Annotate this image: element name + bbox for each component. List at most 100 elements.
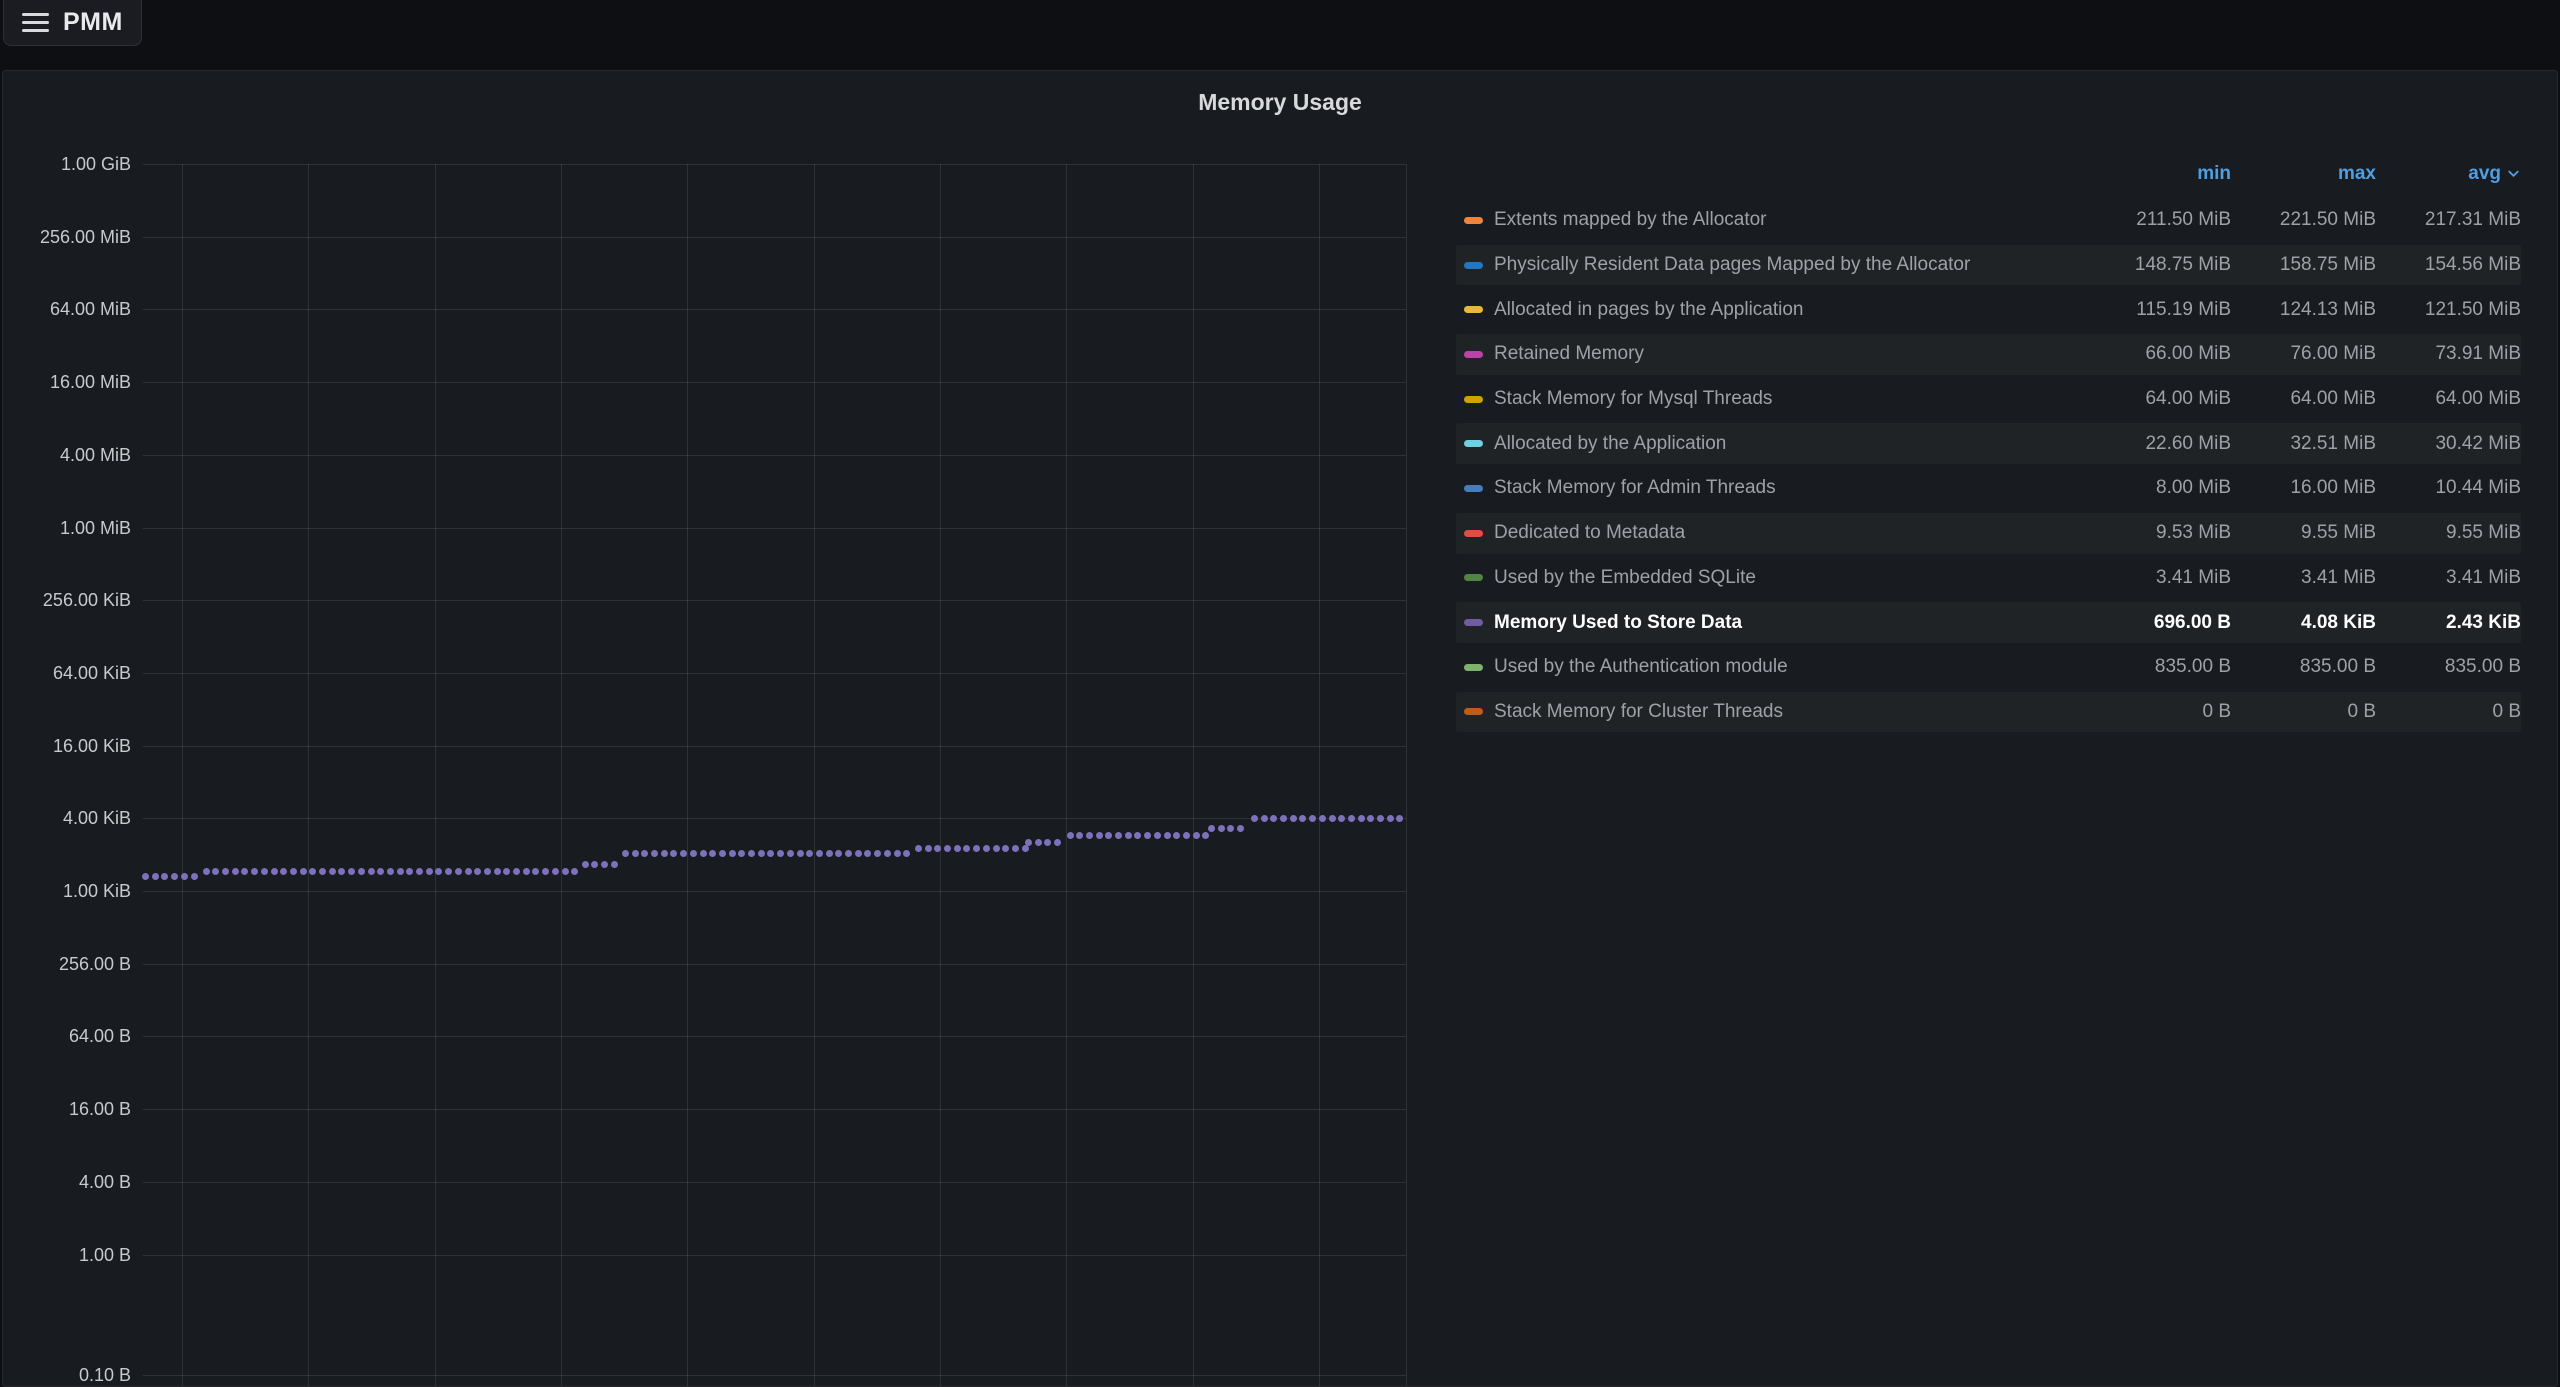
series-color-swatch[interactable]	[1464, 306, 1483, 313]
vertical-gridline	[1066, 164, 1067, 1387]
series-name[interactable]: Dedicated to Metadata	[1494, 522, 2086, 544]
series-point	[181, 873, 188, 880]
series-point	[377, 868, 384, 875]
series-name[interactable]: Used by the Authentication module	[1494, 656, 2086, 678]
chevron-down-icon	[2506, 166, 2521, 181]
y-axis-tick-label: 64.00 MiB	[3, 298, 131, 320]
series-point	[368, 868, 375, 875]
series-point	[719, 850, 726, 857]
series-point	[601, 861, 608, 868]
pmm-menu-button[interactable]: PMM	[3, 0, 142, 46]
series-point	[1022, 845, 1029, 852]
series-point	[787, 850, 794, 857]
series-color-swatch[interactable]	[1464, 574, 1483, 581]
legend-row[interactable]: Allocated in pages by the Application 11…	[1456, 289, 2521, 330]
series-point	[797, 850, 804, 857]
plot-area[interactable]	[143, 164, 1406, 1387]
panel-title[interactable]: Memory Usage	[3, 89, 2557, 119]
hamburger-icon[interactable]	[22, 13, 49, 32]
series-color-swatch[interactable]	[1464, 619, 1483, 626]
series-point	[387, 868, 394, 875]
series-avg-value: 30.42 MiB	[2376, 433, 2521, 455]
series-point	[611, 861, 618, 868]
series-color-swatch[interactable]	[1464, 217, 1483, 224]
series-max-value: 158.75 MiB	[2231, 254, 2376, 276]
series-point	[271, 868, 278, 875]
legend-sort-min[interactable]: min	[2086, 163, 2231, 185]
series-point	[894, 850, 901, 857]
series-point	[963, 845, 970, 852]
series-point	[426, 868, 433, 875]
series-point	[171, 873, 178, 880]
legend-row[interactable]: Memory Used to Store Data 696.00 B 4.08 …	[1456, 602, 2521, 643]
legend-sort-avg[interactable]: avg	[2376, 163, 2521, 185]
series-point	[826, 850, 833, 857]
series-color-swatch[interactable]	[1464, 440, 1483, 447]
vertical-gridline	[1193, 164, 1194, 1387]
series-name[interactable]: Stack Memory for Cluster Threads	[1494, 701, 2086, 723]
legend-row[interactable]: Dedicated to Metadata 9.53 MiB 9.55 MiB …	[1456, 513, 2521, 554]
legend-rows: Extents mapped by the Allocator 211.50 M…	[1456, 200, 2521, 732]
series-name[interactable]: Allocated by the Application	[1494, 433, 2086, 455]
grafana-dashboard: PMM Memory Usage 1.00 GiB256.00 MiB64.00…	[0, 0, 2560, 1387]
series-point	[542, 868, 549, 875]
legend-row[interactable]: Stack Memory for Mysql Threads 64.00 MiB…	[1456, 379, 2521, 420]
series-color-swatch[interactable]	[1464, 262, 1483, 269]
series-point	[864, 850, 871, 857]
series-name[interactable]: Retained Memory	[1494, 343, 2086, 365]
legend-sort-max[interactable]: max	[2231, 163, 2376, 185]
series-point	[758, 850, 765, 857]
legend-row[interactable]: Retained Memory 66.00 MiB 76.00 MiB 73.9…	[1456, 334, 2521, 375]
legend-row[interactable]: Used by the Authentication module 835.00…	[1456, 647, 2521, 688]
series-min-value: 696.00 B	[2086, 612, 2231, 634]
series-min-value: 64.00 MiB	[2086, 388, 2231, 410]
legend-row[interactable]: Extents mapped by the Allocator 211.50 M…	[1456, 200, 2521, 241]
series-point	[993, 845, 1000, 852]
y-axis-tick-label: 16.00 KiB	[3, 735, 131, 757]
series-point	[445, 868, 452, 875]
series-name[interactable]: Extents mapped by the Allocator	[1494, 209, 2086, 231]
legend-row[interactable]: Used by the Embedded SQLite 3.41 MiB 3.4…	[1456, 558, 2521, 599]
series-point	[309, 868, 316, 875]
legend-row[interactable]: Stack Memory for Admin Threads 8.00 MiB …	[1456, 468, 2521, 509]
series-color-swatch[interactable]	[1464, 530, 1483, 537]
series-point	[1396, 815, 1403, 822]
series-point	[1134, 832, 1141, 839]
series-point	[1144, 832, 1151, 839]
series-point	[1367, 815, 1374, 822]
series-avg-value: 154.56 MiB	[2376, 254, 2521, 276]
series-name[interactable]: Memory Used to Store Data	[1494, 612, 2086, 634]
series-name[interactable]: Stack Memory for Mysql Threads	[1494, 388, 2086, 410]
series-point	[152, 873, 159, 880]
y-axis-tick-label: 64.00 KiB	[3, 662, 131, 684]
series-name[interactable]: Stack Memory for Admin Threads	[1494, 477, 2086, 499]
series-point	[641, 850, 648, 857]
series-color-swatch[interactable]	[1464, 708, 1483, 715]
series-name[interactable]: Physically Resident Data pages Mapped by…	[1494, 254, 2086, 276]
y-axis-tick-label: 4.00 B	[3, 1171, 131, 1193]
series-point	[465, 868, 472, 875]
legend-row[interactable]: Allocated by the Application 22.60 MiB 3…	[1456, 423, 2521, 464]
series-point	[582, 861, 589, 868]
legend-row[interactable]: Physically Resident Data pages Mapped by…	[1456, 245, 2521, 286]
series-point	[1377, 815, 1384, 822]
series-avg-value: 121.50 MiB	[2376, 299, 2521, 321]
series-point	[1002, 845, 1009, 852]
series-min-value: 3.41 MiB	[2086, 567, 2231, 589]
vertical-gridline	[687, 164, 688, 1387]
series-point	[203, 868, 210, 875]
series-name[interactable]: Used by the Embedded SQLite	[1494, 567, 2086, 589]
y-axis-tick-label: 1.00 MiB	[3, 517, 131, 539]
series-max-value: 32.51 MiB	[2231, 433, 2376, 455]
series-point	[191, 873, 198, 880]
series-point	[709, 850, 716, 857]
legend-row[interactable]: Stack Memory for Cluster Threads 0 B 0 B…	[1456, 692, 2521, 733]
series-point	[661, 850, 668, 857]
series-name[interactable]: Allocated in pages by the Application	[1494, 299, 2086, 321]
series-color-swatch[interactable]	[1464, 664, 1483, 671]
series-point	[1044, 839, 1051, 846]
series-color-swatch[interactable]	[1464, 351, 1483, 358]
series-color-swatch[interactable]	[1464, 396, 1483, 403]
series-color-swatch[interactable]	[1464, 485, 1483, 492]
series-point	[1348, 815, 1355, 822]
